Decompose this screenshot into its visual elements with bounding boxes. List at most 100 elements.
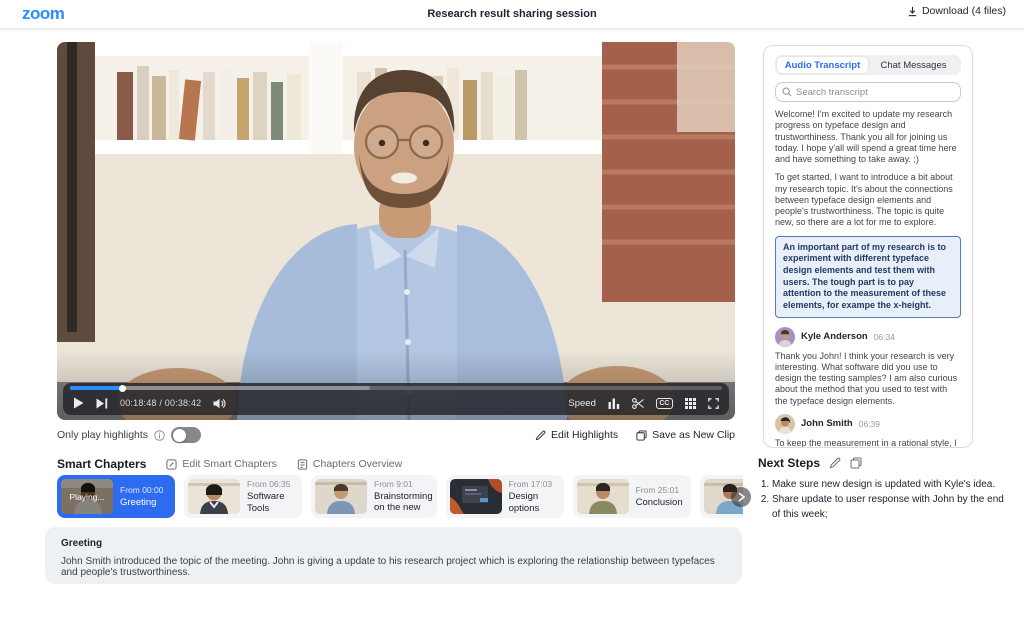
highlighted-transcript-block[interactable]: An important part of my research is to e… — [775, 235, 961, 318]
chapter-card-conclusion[interactable]: From 25:01 Conclusion — [572, 475, 691, 518]
chapter-name: Software Tools — [247, 491, 285, 514]
transcript-search[interactable] — [775, 82, 961, 102]
avatar-kyle-anderson — [775, 326, 795, 347]
video-player[interactable]: 00:18:48 / 00:38:42 Speed CC — [57, 42, 735, 420]
chapter-name: Conclusion — [635, 496, 683, 508]
chapters-overview-button[interactable]: Chapters Overview — [297, 458, 402, 470]
edit-smart-chapters-button[interactable]: Edit Smart Chapters — [166, 458, 277, 470]
info-icon — [154, 429, 165, 441]
message-time: 06:39 — [858, 418, 881, 429]
chapter-card-brainstorming[interactable]: From 9:01 Brainstorming on the new ide..… — [311, 475, 437, 518]
chapter-detail-panel: Greeting John Smith introduced the topic… — [45, 527, 742, 584]
download-label: Download (4 files) — [921, 5, 1006, 17]
pencil-icon — [535, 430, 546, 440]
message-text[interactable]: Thank you John! I think your research is… — [775, 351, 961, 407]
search-transcript-input[interactable] — [796, 86, 954, 98]
chapter-thumbnail — [576, 479, 629, 514]
tab-audio-transcript[interactable]: Audio Transcript — [777, 57, 868, 73]
search-icon — [782, 87, 792, 97]
chapter-from: From 17:03 — [508, 479, 553, 490]
grid-view-button[interactable] — [685, 397, 696, 409]
transcript-panel: Audio Transcript Chat Messages Welcome! … — [763, 45, 973, 448]
chapters-next-button[interactable] — [731, 487, 751, 507]
trim-clip-button[interactable] — [631, 397, 644, 409]
overview-list-icon — [297, 458, 308, 470]
captions-button[interactable]: CC — [655, 397, 673, 409]
page-title: Research result sharing session — [427, 8, 597, 20]
chevron-right-icon — [738, 492, 745, 502]
skip-next-icon — [96, 398, 108, 408]
chapter-card-list: Playing... From 00:00 Greeting From 06:3… — [57, 475, 743, 519]
download-icon — [908, 6, 917, 16]
chapter-name: Design options — [508, 491, 540, 514]
highlights-chart-button[interactable] — [608, 398, 620, 409]
message-author: John Smith — [801, 418, 853, 430]
transcript-message: Kyle Anderson 06:34 Thank you John! I th… — [775, 326, 961, 407]
copy-icon — [850, 457, 862, 469]
chapter-thumbnail — [449, 479, 502, 514]
next-steps-list: Make sure new design is updated with Kyl… — [772, 477, 1008, 522]
cc-icon: CC — [655, 397, 673, 409]
fullscreen-button[interactable] — [708, 397, 719, 409]
save-as-new-clip-label: Save as New Clip — [652, 429, 735, 441]
speed-button[interactable]: Speed — [568, 398, 595, 409]
edit-highlights-button[interactable]: Edit Highlights — [535, 429, 618, 441]
seek-bar[interactable] — [70, 384, 722, 392]
top-bar: zoom Research result sharing session Dow… — [0, 0, 1024, 28]
next-step-item: Share update to user response with John … — [772, 492, 1008, 522]
tab-chat-messages[interactable]: Chat Messages — [868, 57, 959, 73]
only-play-highlights-label: Only play highlights — [57, 429, 149, 441]
chapter-thumbnail: Playing... — [61, 479, 113, 514]
play-icon — [74, 397, 84, 409]
highlights-bar: Only play highlights Edit Highlights Sav… — [57, 425, 735, 445]
next-step-item: Make sure new design is updated with Kyl… — [772, 477, 1008, 492]
chapter-detail-title: Greeting — [61, 538, 103, 549]
save-as-new-clip-button[interactable]: Save as New Clip — [636, 429, 735, 441]
volume-icon — [213, 398, 226, 408]
transcript-message: John Smith 06:39 To keep the measurement… — [775, 413, 961, 447]
next-steps-copy-button[interactable] — [850, 457, 862, 469]
edit-smart-chapters-label: Edit Smart Chapters — [182, 458, 277, 470]
smart-chapters-title: Smart Chapters — [57, 457, 147, 471]
chapter-from: From 25:01 — [635, 484, 680, 495]
chapter-from: From 00:00 — [120, 484, 164, 495]
chapter-name: Brainstorming on the new ide... — [374, 491, 433, 514]
video-controls: 00:18:48 / 00:38:42 Speed CC — [63, 383, 729, 415]
fullscreen-icon — [708, 397, 719, 409]
copy-icon — [636, 429, 647, 441]
playing-label: Playing... — [61, 479, 113, 514]
edit-highlights-label: Edit Highlights — [551, 429, 619, 441]
next-steps-edit-button[interactable] — [829, 457, 841, 469]
play-button[interactable] — [73, 397, 84, 409]
chapter-thumbnail — [315, 479, 367, 514]
panel-tabs: Audio Transcript Chat Messages — [775, 55, 961, 75]
smart-chapters-header: Smart Chapters Edit Smart Chapters Chapt… — [57, 457, 737, 471]
transcript-paragraph[interactable]: To get started, I want to introduce a bi… — [775, 172, 961, 228]
chapter-card-design-options[interactable]: From 17:03 Design options — [445, 475, 564, 518]
chapter-card-greeting[interactable]: Playing... From 00:00 Greeting — [57, 475, 175, 518]
bar-chart-icon — [608, 398, 620, 409]
pencil-icon — [829, 457, 841, 469]
edit-square-icon — [166, 458, 177, 470]
next-chapter-button[interactable] — [96, 398, 108, 409]
chapter-detail-description: John Smith introduced the topic of the m… — [61, 556, 715, 578]
avatar-john-smith — [775, 413, 795, 434]
chapters-overview-label: Chapters Overview — [312, 458, 403, 470]
transcript-paragraph[interactable]: Welcome! I'm excited to update my resear… — [775, 109, 961, 165]
chapter-from: From 9:01 — [374, 479, 413, 489]
scissors-icon — [631, 397, 644, 409]
progress-fill — [70, 386, 123, 390]
message-text[interactable]: To keep the measurement in a rational st… — [775, 438, 961, 447]
chapter-thumbnail — [188, 479, 240, 514]
volume-button[interactable] — [213, 398, 226, 409]
time-display: 00:18:48 / 00:38:42 — [120, 398, 202, 408]
page: zoom Research result sharing session Dow… — [0, 0, 1024, 617]
download-button[interactable]: Download (4 files) — [907, 5, 1006, 17]
message-time: 06:34 — [873, 331, 895, 342]
message-author: Kyle Anderson — [801, 331, 868, 343]
only-play-highlights-toggle[interactable] — [171, 427, 202, 443]
chapter-card-software-tools[interactable]: From 06:35 Software Tools — [184, 475, 302, 518]
toggle-knob — [172, 428, 186, 442]
chapter-from: From 06:35 — [247, 479, 291, 490]
next-steps-section: Next Steps Make sure new design is updat… — [758, 456, 1008, 522]
